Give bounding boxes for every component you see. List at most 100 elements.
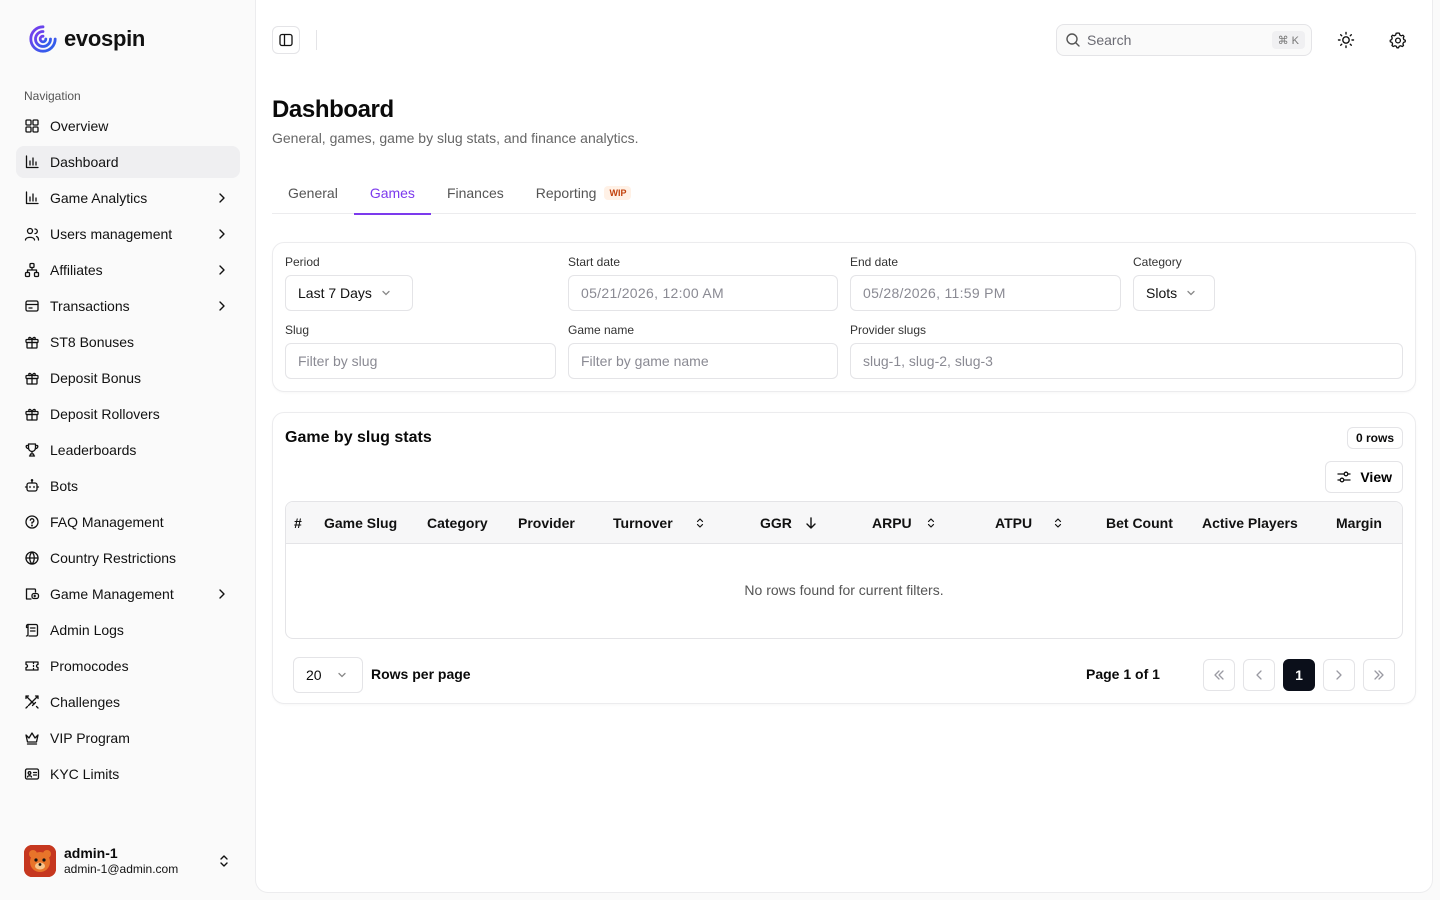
column-label: GGR [760,515,792,531]
sidebar-toggle-button[interactable] [272,26,300,54]
column-header-ggr[interactable]: GGR [760,502,818,544]
sidebar-item-country-restrictions[interactable]: Country Restrictions [16,542,240,574]
sidebar-item-affiliates[interactable]: Affiliates [16,254,240,286]
provider-slugs-input[interactable] [863,353,1390,369]
sidebar-item-label: ST8 Bonuses [50,334,135,350]
gift-icon [24,370,40,386]
search-box[interactable]: Search ⌘ K [1056,24,1312,56]
column-label: # [294,515,302,531]
column-header-active-players: Active Players [1202,502,1298,544]
game-name-input[interactable] [581,353,825,369]
bar-chart-icon [24,190,40,206]
sidebar-item-admin-logs[interactable]: Admin Logs [16,614,240,646]
column-label: Provider [518,515,575,531]
id-card-icon [24,766,40,782]
chevron-right-icon [219,301,225,311]
sidebar-item-overview[interactable]: Overview [16,110,240,142]
page-info: Page 1 of 1 [1086,666,1160,682]
swords-icon [24,694,40,710]
rows-per-page-label: Rows per page [371,666,471,682]
user-menu[interactable]: admin-1 admin-1@admin.com [24,844,240,878]
sidebar-item-game-analytics[interactable]: Game Analytics [16,182,240,214]
brand-name: evospin [64,26,146,51]
sidebar-item-game-management[interactable]: Game Management [16,578,240,610]
end-date-input[interactable]: 05/28/2026, 11:59 PM [850,275,1121,311]
sidebar: evospin Navigation Overview Dashboard Game… [0,0,256,900]
previous-page-button[interactable] [1243,659,1275,691]
sidebar-item-dashboard[interactable]: Dashboard [16,146,240,178]
column-header-arpu[interactable]: ARPU [872,502,938,544]
slug-input[interactable] [298,353,543,369]
tab-label: General [288,185,338,201]
sidebar-item-deposit-rollovers[interactable]: Deposit Rollovers [16,398,240,430]
sidebar-item-kyc-limits[interactable]: KYC Limits [16,758,240,790]
ticket-icon [24,658,40,674]
stats-title: Game by slug stats [285,429,432,446]
tab-games[interactable]: Games [353,172,432,215]
tab-general[interactable]: General [272,172,354,214]
sidebar-item-deposit-bonus[interactable]: Deposit Bonus [16,362,240,394]
chevron-down-icon [1187,290,1195,296]
sidebar-item-users-management[interactable]: Users management [16,218,240,250]
table-header: # Game Slug Category Provider Turnover GGR ARP… [286,502,1402,544]
first-page-button[interactable] [1203,659,1235,691]
wip-badge: WIP [604,186,632,200]
page-button-current[interactable]: 1 [1283,659,1315,691]
tab-label: Finances [446,185,504,201]
search-placeholder: Search [1087,32,1132,48]
sidebar-item-leaderboards[interactable]: Leaderboards [16,434,240,466]
start-date-input[interactable]: 05/21/2026, 12:00 AM [568,275,838,311]
last-page-button[interactable] [1363,659,1395,691]
tab-reporting[interactable]: Reporting WIP [520,172,648,214]
chevron-right-icon [219,589,225,599]
sun-icon [1337,31,1355,49]
brand[interactable]: evospin [28,24,145,54]
sidebar-item-st8-bonuses[interactable]: ST8 Bonuses [16,326,240,358]
end-date-field: End date 05/28/2026, 11:59 PM [850,255,1121,311]
period-select[interactable]: Last 7 Days [285,275,413,311]
next-page-button[interactable] [1323,659,1355,691]
column-header-atpu[interactable]: ATPU [995,502,1065,544]
sidebar-item-vip-program[interactable]: VIP Program [16,722,240,754]
column-label: Category [427,515,488,531]
sort-toggle-icon [1051,516,1065,530]
settings-button[interactable] [1386,28,1410,52]
sort-toggle-icon [693,516,707,530]
sidebar-item-label: Users management [50,226,173,242]
sidebar-item-label: Challenges [50,694,121,710]
pagination: 20 Rows per page Page 1 of 1 1 [293,657,1397,693]
period-value: Last 7 Days [298,285,372,301]
sidebar-item-bots[interactable]: Bots [16,470,240,502]
sidebar-item-label: VIP Program [50,730,130,746]
sidebar-item-label: Game Analytics [50,190,148,206]
column-header-index: # [294,502,302,544]
wallet-icon [24,298,40,314]
view-options-button[interactable]: View [1325,461,1403,493]
row-count-badge: 0 rows [1346,427,1403,449]
chevrons-up-down-icon[interactable] [216,853,232,869]
chevron-down-icon [382,290,390,296]
column-header-bet-count: Bet Count [1106,502,1173,544]
sidebar-item-faq-management[interactable]: FAQ Management [16,506,240,538]
sidebar-item-label: Game Management [50,586,174,602]
stats-table: # Game Slug Category Provider Turnover GGR ARP… [285,501,1403,639]
category-select[interactable]: Slots [1133,275,1215,311]
rows-per-page-select[interactable]: 20 [293,657,363,693]
users-icon [24,226,40,242]
network-icon [24,262,40,278]
chevrons-left-icon [1214,670,1224,680]
tab-finances[interactable]: Finances [431,172,520,214]
column-header-game-slug: Game Slug [324,502,397,544]
sidebar-item-label: Admin Logs [50,622,124,638]
sidebar-item-transactions[interactable]: Transactions [16,290,240,322]
view-label: View [1360,469,1392,485]
theme-toggle-button[interactable] [1334,28,1358,52]
bot-icon [24,478,40,494]
provider-slugs-field: Provider slugs [850,323,1403,379]
user-email: admin-1@admin.com [64,862,179,876]
sidebar-item-challenges[interactable]: Challenges [16,686,240,718]
bar-chart-icon [24,154,40,170]
column-header-turnover[interactable]: Turnover [613,502,707,544]
sidebar-item-promocodes[interactable]: Promocodes [16,650,240,682]
column-label: ATPU [995,515,1033,531]
